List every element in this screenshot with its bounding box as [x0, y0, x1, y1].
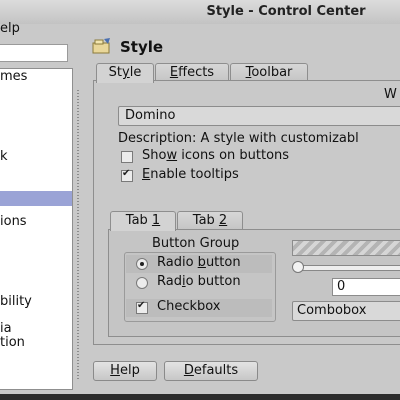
preview-tab-2[interactable]: Tab 2: [177, 211, 243, 230]
slider-track[interactable]: [296, 265, 400, 271]
style-description: Description: A style with customizabl: [118, 131, 359, 146]
tab-style[interactable]: Style: [96, 63, 154, 83]
tab-mnemonic: y: [122, 65, 130, 80]
preview-checkbox-label[interactable]: Checkbox: [157, 299, 221, 314]
show-icons-label[interactable]: Show icons on buttons: [142, 148, 289, 163]
help-button[interactable]: Help: [93, 361, 157, 381]
label-part: Rad: [157, 274, 182, 289]
splitter-handle[interactable]: [77, 90, 79, 380]
module-item[interactable]: tion: [0, 335, 25, 350]
enable-tooltips-label[interactable]: Enable tooltips: [142, 167, 239, 182]
module-item[interactable]: ions: [0, 214, 27, 229]
label-part: Radio: [157, 255, 198, 270]
tab-mnemonic: 1: [151, 213, 161, 228]
preview-tab-1[interactable]: Tab 1: [110, 211, 176, 231]
label-mnemonic: H: [110, 363, 120, 378]
label-mnemonic: E: [142, 167, 151, 182]
search-input[interactable]: [0, 44, 68, 62]
widget-style-group-label: W: [384, 87, 397, 102]
label-part: elp: [119, 363, 140, 378]
label-part: o button: [185, 274, 241, 289]
tab-label-part: St: [108, 65, 123, 80]
label-mnemonic: b: [197, 255, 206, 270]
preview-checkbox[interactable]: [136, 300, 148, 314]
module-list[interactable]: mes k ions bility ia tion: [0, 68, 73, 390]
tab-mnemonic: 2: [218, 213, 228, 228]
style-brush-icon: [92, 38, 112, 54]
label-part: Sho: [142, 148, 167, 163]
radio-button-1[interactable]: [136, 258, 148, 270]
spinbox[interactable]: 0: [332, 278, 400, 296]
module-item[interactable]: mes: [0, 69, 27, 84]
module-item[interactable]: k: [0, 149, 8, 164]
menu-help[interactable]: elp: [0, 21, 20, 36]
module-item[interactable]: bility: [0, 294, 32, 309]
label-mnemonic: D: [183, 363, 194, 378]
tab-label-part: ffects: [178, 65, 215, 80]
label-mnemonic: w: [166, 148, 178, 163]
tab-label-part: Tab: [125, 213, 152, 228]
button-group-label: Button Group: [152, 236, 240, 251]
radio-button-1-label[interactable]: Radio button: [157, 255, 241, 270]
radio-button-2-label[interactable]: Radio button: [157, 274, 241, 289]
module-selection-highlight: [0, 191, 72, 206]
tab-mnemonic: E: [169, 65, 179, 80]
slider-handle[interactable]: [292, 261, 304, 273]
radio-button-2[interactable]: [136, 277, 148, 289]
widget-style-combobox[interactable]: Domino: [118, 106, 400, 126]
progress-bar: [292, 240, 400, 256]
tab-label-part: le: [129, 65, 142, 80]
show-icons-checkbox[interactable]: [121, 151, 133, 163]
label-part: nable tooltips: [150, 167, 239, 182]
page-title: Style: [120, 38, 164, 56]
enable-tooltips-checkbox[interactable]: [121, 168, 133, 182]
defaults-button[interactable]: Defaults: [164, 361, 258, 381]
tab-label-part: oolbar: [251, 65, 293, 80]
title-bar[interactable]: Style - Control Center: [0, 0, 400, 25]
label-part: efaults: [193, 363, 239, 378]
desktop-background: [0, 394, 400, 400]
label-part: utton: [205, 255, 241, 270]
module-item[interactable]: ia: [0, 321, 12, 336]
tab-label-part: Tab: [192, 213, 219, 228]
window-title: Style - Control Center: [206, 4, 366, 19]
label-part: icons on buttons: [177, 148, 290, 163]
preview-combobox[interactable]: Combobox: [292, 301, 400, 321]
